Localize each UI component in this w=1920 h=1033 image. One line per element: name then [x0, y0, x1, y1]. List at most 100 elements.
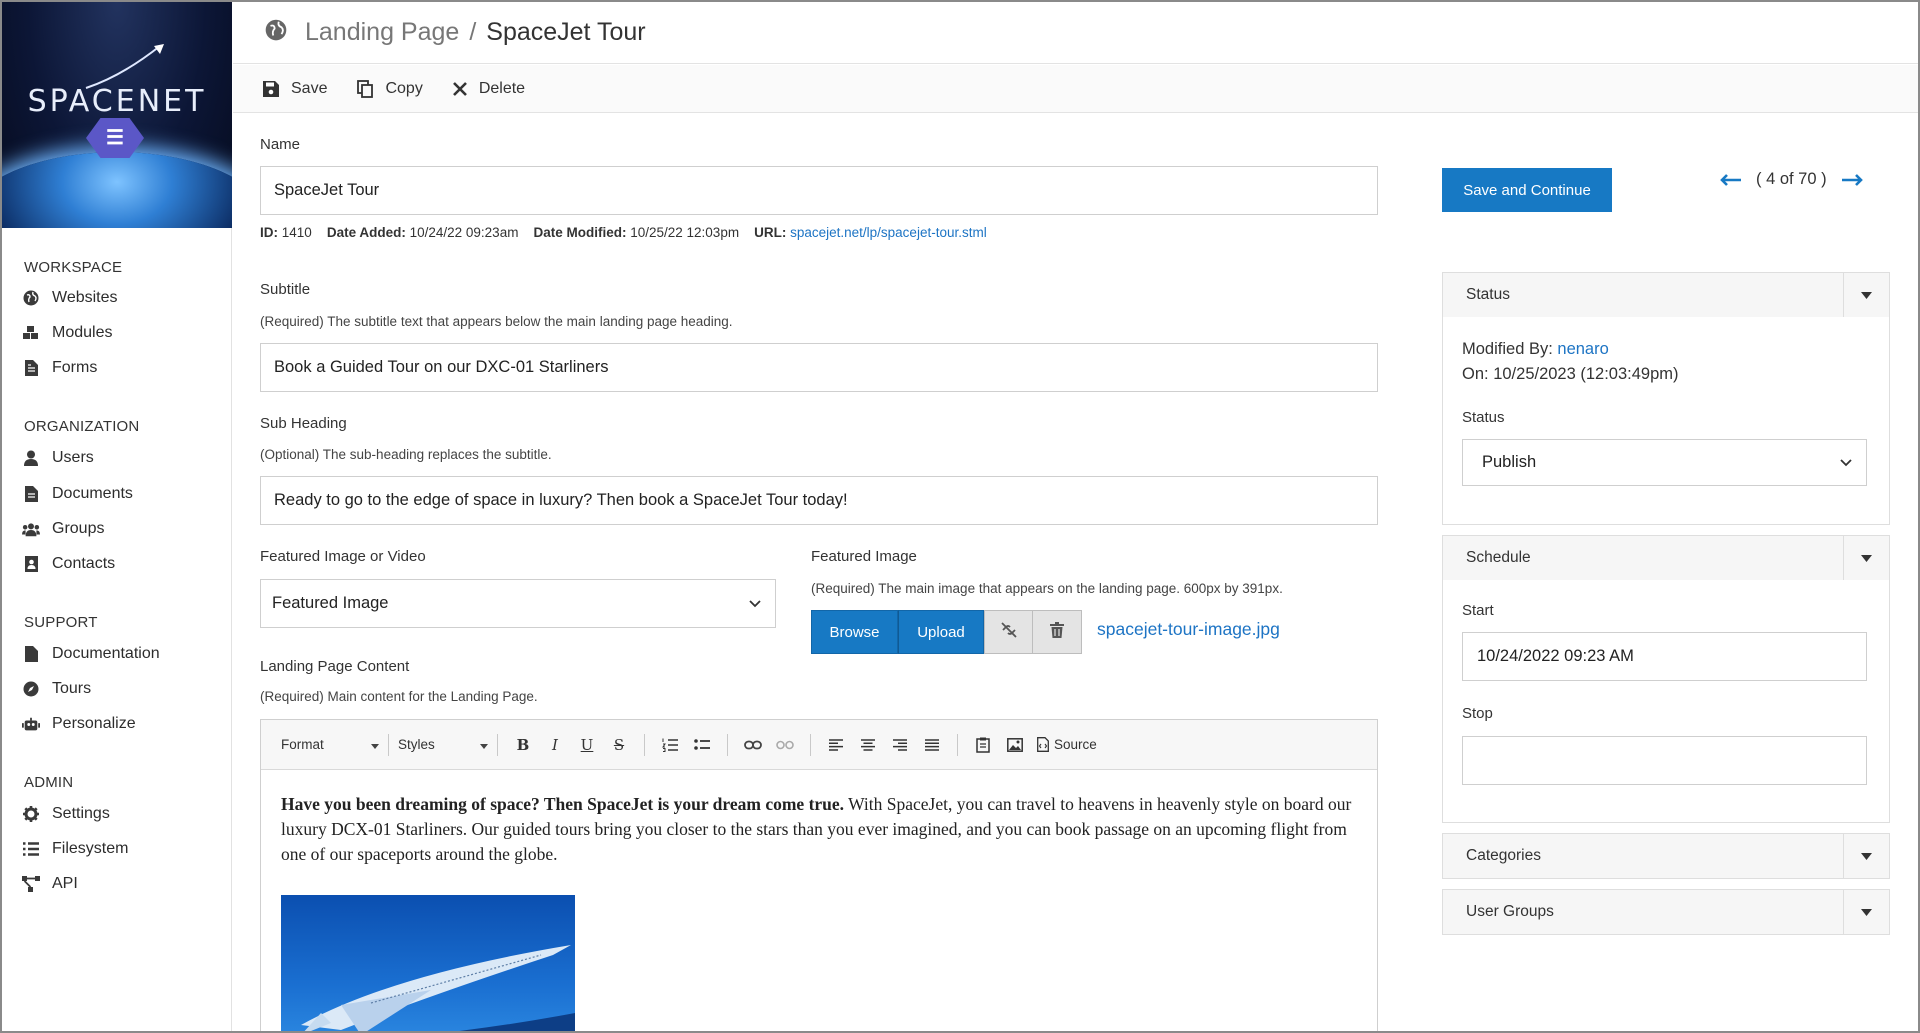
editor-content[interactable]: Have you been dreaming of space? Then Sp… [261, 770, 1377, 1031]
align-right-icon[interactable] [888, 733, 912, 757]
chevron-down-icon [1840, 453, 1852, 472]
stop-date-input[interactable] [1462, 736, 1867, 785]
chevron-down-icon [749, 594, 761, 613]
sidebar-item-label: Documentation [52, 645, 160, 662]
toolbar-divider [388, 733, 389, 756]
sidebar-item-forms[interactable]: Forms [22, 359, 97, 377]
save-and-continue-button[interactable]: Save and Continue [1442, 168, 1612, 212]
nav-section-organization: ORGANIZATION [24, 418, 140, 435]
delete-button[interactable]: Delete [452, 80, 525, 98]
name-input[interactable]: SpaceJet Tour [260, 166, 1378, 215]
date-modified-label: Date Modified: [533, 225, 627, 240]
subtitle-label: Subtitle [260, 281, 311, 298]
sidebar-item-api[interactable]: API [22, 875, 78, 893]
categories-panel-header[interactable]: Categories [1443, 834, 1889, 878]
caret-down-icon[interactable] [1843, 536, 1889, 580]
sidebar-item-documents[interactable]: Documents [22, 485, 133, 503]
sidebar-item-settings[interactable]: Settings [22, 805, 110, 823]
align-center-icon[interactable] [856, 733, 880, 757]
styles-label: Styles [398, 737, 435, 752]
copy-button[interactable]: Copy [357, 80, 423, 98]
start-label: Start [1462, 602, 1494, 619]
logo[interactable]: SPACENET ☰ [2, 2, 232, 228]
gear-icon [22, 805, 40, 823]
schedule-panel-header[interactable]: Schedule [1443, 536, 1889, 580]
source-label: Source [1054, 737, 1097, 752]
unlink-icon[interactable] [773, 733, 797, 757]
caret-down-icon[interactable] [1843, 273, 1889, 317]
schedule-panel: Schedule Start 10/24/2022 09:23 AM Stop [1442, 535, 1890, 823]
align-left-icon[interactable] [824, 733, 848, 757]
sidebar-item-label: Groups [52, 520, 105, 537]
modified-by-user-link[interactable]: nenaro [1557, 340, 1608, 358]
caret-down-icon[interactable] [1843, 890, 1889, 934]
sidebar-item-groups[interactable]: Groups [22, 520, 104, 538]
users-icon [22, 520, 40, 538]
bullet-list-icon[interactable] [690, 733, 714, 757]
logo-planet [2, 152, 232, 228]
sidebar-item-websites[interactable]: Websites [22, 289, 118, 307]
sidebar-item-filesystem[interactable]: Filesystem [22, 840, 128, 858]
format-dropdown[interactable]: Format [281, 737, 379, 752]
strikethrough-icon[interactable]: S [607, 733, 631, 757]
record-meta: ID: 1410 Date Added: 10/24/22 09:23am Da… [260, 225, 987, 240]
start-date-input[interactable]: 10/24/2022 09:23 AM [1462, 632, 1867, 681]
rich-text-editor[interactable]: Format Styles B I U S Source Have you be… [260, 719, 1378, 1031]
sidebar-item-label: Documents [52, 485, 133, 502]
breadcrumb-separator: / [469, 18, 477, 46]
bold-icon[interactable]: B [511, 733, 535, 757]
link-icon[interactable] [741, 733, 765, 757]
align-justify-icon[interactable] [920, 733, 944, 757]
spacejet-image[interactable] [281, 895, 575, 1031]
sidebar-item-contacts[interactable]: Contacts [22, 555, 115, 573]
status-select[interactable]: Publish [1462, 439, 1867, 486]
subtitle-input[interactable]: Book a Guided Tour on our DXC-01 Starlin… [260, 343, 1378, 392]
floppy-disk-icon [263, 80, 279, 97]
save-label: Save [291, 79, 328, 97]
page-url-link[interactable]: spacejet.net/lp/spacejet-tour.stml [790, 225, 987, 240]
editor-paragraph: Have you been dreaming of space? Then Sp… [281, 792, 1357, 867]
trash-icon [1050, 622, 1064, 642]
featured-type-select[interactable]: Featured Image [260, 579, 776, 628]
italic-icon[interactable]: I [543, 733, 567, 757]
subheading-input[interactable]: Ready to go to the edge of space in luxu… [260, 476, 1378, 525]
sidebar-item-tours[interactable]: Tours [22, 680, 91, 698]
breadcrumb-parent[interactable]: Landing Page [305, 18, 459, 47]
remove-image-button[interactable] [1033, 610, 1082, 654]
content-help: (Required) Main content for the Landing … [260, 689, 538, 704]
action-toolbar: Save Copy Delete [233, 65, 1918, 113]
browse-button[interactable]: Browse [811, 610, 898, 654]
status-panel-header[interactable]: Status [1443, 273, 1889, 317]
sidebar-item-documentation[interactable]: Documentation [22, 645, 160, 663]
caret-down-icon[interactable] [1843, 834, 1889, 878]
arrow-left-icon[interactable] [1720, 173, 1742, 186]
featured-type-value: Featured Image [272, 594, 389, 612]
image-icon[interactable] [1003, 733, 1027, 757]
logo-mark-icon: ☰ [106, 127, 124, 149]
sidebar-item-modules[interactable]: Modules [22, 324, 112, 342]
styles-dropdown[interactable]: Styles [398, 737, 488, 752]
unlink-button[interactable] [984, 610, 1033, 654]
underline-icon[interactable]: U [575, 733, 599, 757]
paste-icon[interactable] [971, 733, 995, 757]
sidebar-item-label: API [52, 875, 78, 892]
unlink-icon [1000, 621, 1018, 643]
url-label: URL: [754, 225, 787, 240]
arrow-right-icon[interactable] [1841, 173, 1863, 186]
featured-image-file-link[interactable]: spacejet-tour-image.jpg [1097, 619, 1280, 640]
upload-button[interactable]: Upload [898, 610, 984, 654]
save-button[interactable]: Save [263, 80, 327, 98]
user-groups-panel-header[interactable]: User Groups [1443, 890, 1889, 934]
stop-label: Stop [1462, 705, 1493, 722]
sidebar-item-label: Settings [52, 805, 110, 822]
robot-icon [22, 715, 40, 733]
sidebar-item-personalize[interactable]: Personalize [22, 715, 136, 733]
source-button[interactable]: Source [1037, 737, 1097, 752]
date-modified-value: 10/25/22 12:03pm [630, 225, 740, 240]
sidebar-item-label: Users [52, 449, 94, 466]
numbered-list-icon[interactable] [658, 733, 682, 757]
sidebar-item-users[interactable]: Users [22, 449, 94, 467]
toolbar-divider [727, 733, 728, 756]
record-pager: ( 4 of 70 ) [1720, 170, 1863, 189]
sidebar-item-label: Modules [52, 324, 113, 341]
